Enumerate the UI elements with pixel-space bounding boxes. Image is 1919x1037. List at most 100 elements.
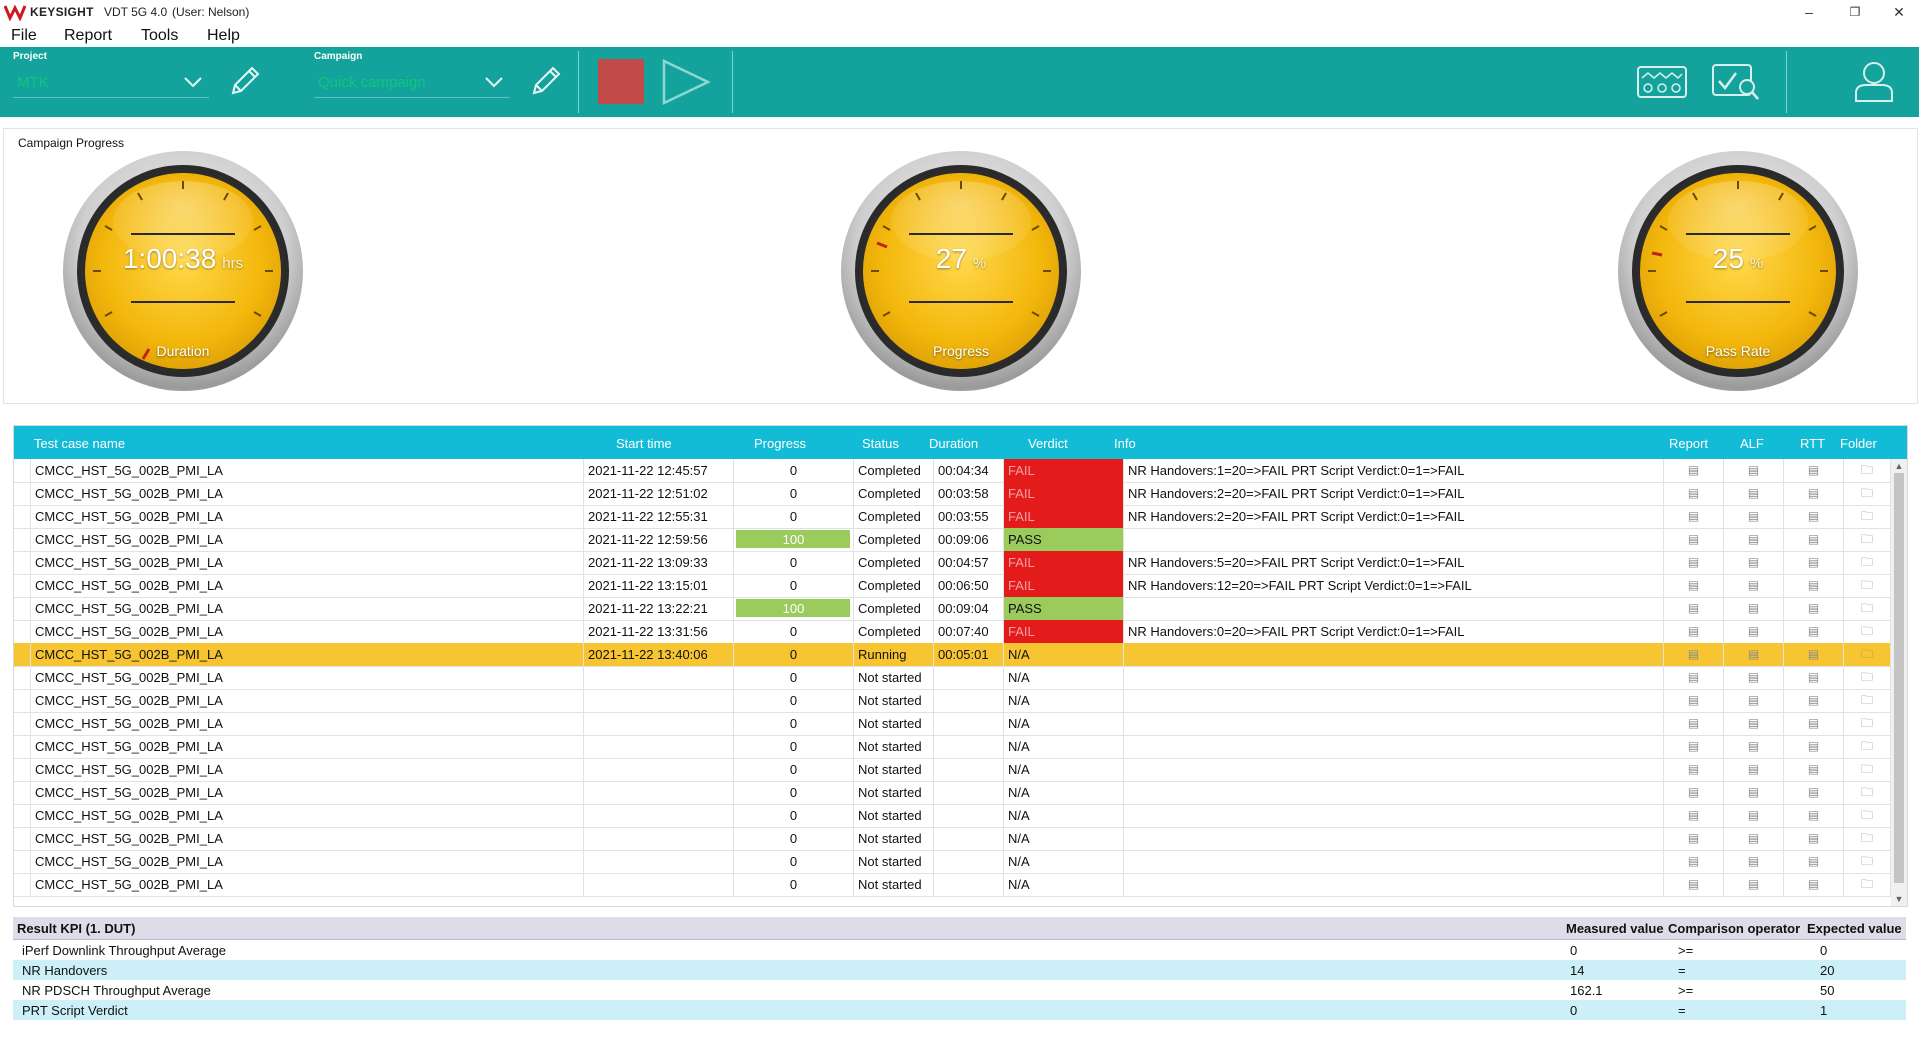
rtt-icon[interactable]: ▤: [1784, 804, 1844, 827]
table-scrollbar[interactable]: ▲ ▼: [1891, 459, 1907, 906]
scroll-up-icon[interactable]: ▲: [1891, 461, 1907, 471]
alf-icon[interactable]: ▤: [1724, 873, 1784, 896]
table-row[interactable]: CMCC_HST_5G_002B_PMI_LA 0 Not started N/A ▤ ▤…: [14, 712, 1891, 736]
edit-campaign-icon[interactable]: [526, 63, 564, 101]
minimize-button[interactable]: –: [1794, 2, 1824, 22]
folder-icon[interactable]: 🗀: [1844, 781, 1891, 804]
folder-icon[interactable]: 🗀: [1844, 666, 1891, 689]
play-button[interactable]: [660, 57, 712, 107]
user-profile-icon[interactable]: [1852, 59, 1896, 105]
table-row[interactable]: CMCC_HST_5G_002B_PMI_LA 0 Not started N/A ▤ ▤…: [14, 689, 1891, 713]
alf-icon[interactable]: ▤: [1724, 689, 1784, 712]
alf-icon[interactable]: ▤: [1724, 620, 1784, 643]
folder-icon[interactable]: 🗀: [1844, 712, 1891, 735]
folder-icon[interactable]: 🗀: [1844, 827, 1891, 850]
rtt-icon[interactable]: ▤: [1784, 528, 1844, 551]
alf-icon[interactable]: ▤: [1724, 574, 1784, 597]
folder-icon[interactable]: 🗀: [1844, 459, 1891, 482]
table-row[interactable]: CMCC_HST_5G_002B_PMI_LA 2021-11-22 12:45:…: [14, 459, 1891, 483]
folder-icon[interactable]: 🗀: [1844, 804, 1891, 827]
col-alf[interactable]: ALF: [1740, 436, 1764, 451]
rtt-icon[interactable]: ▤: [1784, 712, 1844, 735]
project-select[interactable]: MTK: [13, 67, 209, 98]
menu-report[interactable]: Report: [64, 27, 112, 45]
col-info[interactable]: Info: [1114, 436, 1136, 451]
rtt-icon[interactable]: ▤: [1784, 551, 1844, 574]
rtt-icon[interactable]: ▤: [1784, 781, 1844, 804]
folder-icon[interactable]: 🗀: [1844, 620, 1891, 643]
restore-button[interactable]: ❐: [1840, 2, 1870, 22]
report-icon[interactable]: ▤: [1664, 620, 1724, 643]
table-row[interactable]: CMCC_HST_5G_002B_PMI_LA 2021-11-22 13:31:…: [14, 620, 1891, 644]
folder-icon[interactable]: 🗀: [1844, 735, 1891, 758]
alf-icon[interactable]: ▤: [1724, 781, 1784, 804]
alf-icon[interactable]: ▤: [1724, 482, 1784, 505]
col-status[interactable]: Status: [862, 436, 899, 451]
rtt-icon[interactable]: ▤: [1784, 505, 1844, 528]
rtt-icon[interactable]: ▤: [1784, 459, 1844, 482]
table-row[interactable]: CMCC_HST_5G_002B_PMI_LA 2021-11-22 13:40:…: [14, 643, 1891, 667]
rtt-icon[interactable]: ▤: [1784, 735, 1844, 758]
rtt-icon[interactable]: ▤: [1784, 689, 1844, 712]
report-icon[interactable]: ▤: [1664, 735, 1724, 758]
folder-icon[interactable]: 🗀: [1844, 597, 1891, 620]
alf-icon[interactable]: ▤: [1724, 505, 1784, 528]
rtt-icon[interactable]: ▤: [1784, 827, 1844, 850]
rtt-icon[interactable]: ▤: [1784, 873, 1844, 896]
alf-icon[interactable]: ▤: [1724, 551, 1784, 574]
report-icon[interactable]: ▤: [1664, 804, 1724, 827]
report-icon[interactable]: ▤: [1664, 850, 1724, 873]
campaign-select[interactable]: Quick campaign: [314, 67, 510, 98]
alf-icon[interactable]: ▤: [1724, 712, 1784, 735]
report-icon[interactable]: ▤: [1664, 482, 1724, 505]
alf-icon[interactable]: ▤: [1724, 459, 1784, 482]
alf-icon[interactable]: ▤: [1724, 735, 1784, 758]
alf-icon[interactable]: ▤: [1724, 758, 1784, 781]
table-row[interactable]: CMCC_HST_5G_002B_PMI_LA 0 Not started N/A ▤ ▤…: [14, 873, 1891, 897]
table-row[interactable]: CMCC_HST_5G_002B_PMI_LA 0 Not started N/A ▤ ▤…: [14, 781, 1891, 805]
report-icon[interactable]: ▤: [1664, 551, 1724, 574]
menu-tools[interactable]: Tools: [141, 27, 178, 45]
report-icon[interactable]: ▤: [1664, 643, 1724, 666]
close-button[interactable]: ✕: [1884, 2, 1914, 22]
alf-icon[interactable]: ▤: [1724, 643, 1784, 666]
col-report[interactable]: Report: [1669, 436, 1708, 451]
rtt-icon[interactable]: ▤: [1784, 597, 1844, 620]
report-icon[interactable]: ▤: [1664, 781, 1724, 804]
table-row[interactable]: CMCC_HST_5G_002B_PMI_LA 0 Not started N/A ▤ ▤…: [14, 666, 1891, 690]
table-row[interactable]: CMCC_HST_5G_002B_PMI_LA 2021-11-22 13:09:…: [14, 551, 1891, 575]
menu-help[interactable]: Help: [207, 27, 240, 45]
col-start-time[interactable]: Start time: [616, 436, 672, 451]
alf-icon[interactable]: ▤: [1724, 666, 1784, 689]
report-icon[interactable]: ▤: [1664, 873, 1724, 896]
report-icon[interactable]: ▤: [1664, 758, 1724, 781]
rtt-icon[interactable]: ▤: [1784, 482, 1844, 505]
menu-file[interactable]: File: [11, 27, 37, 45]
report-icon[interactable]: ▤: [1664, 459, 1724, 482]
report-icon[interactable]: ▤: [1664, 666, 1724, 689]
col-test-case-name[interactable]: Test case name: [34, 436, 125, 451]
report-icon[interactable]: ▤: [1664, 528, 1724, 551]
col-progress[interactable]: Progress: [754, 436, 806, 451]
report-icon[interactable]: ▤: [1664, 689, 1724, 712]
alf-icon[interactable]: ▤: [1724, 827, 1784, 850]
table-row[interactable]: CMCC_HST_5G_002B_PMI_LA 2021-11-22 12:59:…: [14, 528, 1891, 552]
stop-button[interactable]: [598, 59, 644, 104]
folder-icon[interactable]: 🗀: [1844, 689, 1891, 712]
alf-icon[interactable]: ▤: [1724, 804, 1784, 827]
folder-icon[interactable]: 🗀: [1844, 574, 1891, 597]
table-row[interactable]: CMCC_HST_5G_002B_PMI_LA 0 Not started N/A ▤ ▤…: [14, 827, 1891, 851]
alf-icon[interactable]: ▤: [1724, 850, 1784, 873]
col-rtt[interactable]: RTT: [1800, 436, 1825, 451]
rtt-icon[interactable]: ▤: [1784, 850, 1844, 873]
folder-icon[interactable]: 🗀: [1844, 758, 1891, 781]
table-row[interactable]: CMCC_HST_5G_002B_PMI_LA 2021-11-22 13:22:…: [14, 597, 1891, 621]
alf-icon[interactable]: ▤: [1724, 597, 1784, 620]
table-row[interactable]: CMCC_HST_5G_002B_PMI_LA 0 Not started N/A ▤ ▤…: [14, 804, 1891, 828]
analysis-icon[interactable]: [1710, 61, 1762, 103]
report-icon[interactable]: ▤: [1664, 597, 1724, 620]
col-verdict[interactable]: Verdict: [1028, 436, 1068, 451]
drive-test-icon[interactable]: [1636, 64, 1688, 100]
table-row[interactable]: CMCC_HST_5G_002B_PMI_LA 0 Not started N/A ▤ ▤…: [14, 758, 1891, 782]
col-folder[interactable]: Folder: [1840, 436, 1877, 451]
